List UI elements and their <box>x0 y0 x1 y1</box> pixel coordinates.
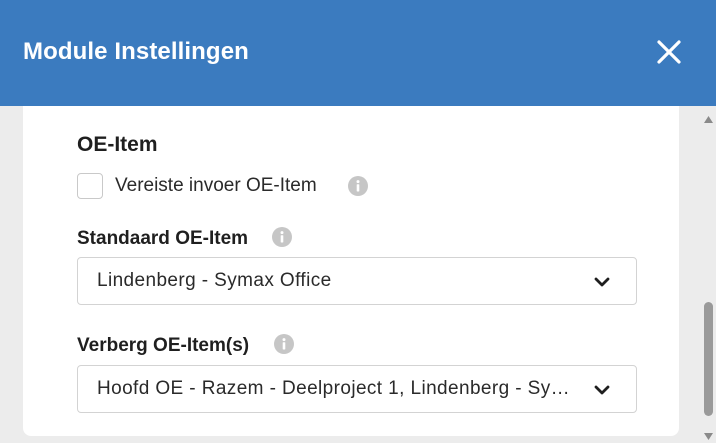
section-title: OE-Item <box>77 133 158 156</box>
scroll-down-arrow[interactable] <box>703 428 714 440</box>
required-input-checkbox[interactable] <box>77 173 103 199</box>
info-icon[interactable] <box>272 227 292 247</box>
hidden-items-label: Verberg OE-Item(s) <box>77 335 250 356</box>
close-icon <box>657 40 681 64</box>
modal-title: Module Instellingen <box>23 38 249 65</box>
info-icon[interactable] <box>274 334 294 354</box>
scrollbar-thumb[interactable] <box>704 302 713 416</box>
scroll-up-arrow[interactable] <box>703 112 714 123</box>
default-item-select[interactable]: Lindenberg - Symax Office <box>77 257 637 305</box>
chevron-down-icon <box>593 273 611 291</box>
default-item-label: Standaard OE-Item <box>77 228 249 249</box>
hidden-items-value: Hoofd OE - Razem - Deelproject 1, Linden… <box>97 378 577 399</box>
modal-header: Module Instellingen <box>0 0 716 106</box>
hidden-items-select[interactable]: Hoofd OE - Razem - Deelproject 1, Linden… <box>77 365 637 413</box>
info-icon[interactable] <box>348 176 368 196</box>
close-button[interactable] <box>652 35 686 69</box>
required-input-label[interactable]: Vereiste invoer OE-Item <box>115 175 317 197</box>
chevron-down-icon <box>593 381 611 399</box>
default-item-value: Lindenberg - Symax Office <box>97 270 332 291</box>
